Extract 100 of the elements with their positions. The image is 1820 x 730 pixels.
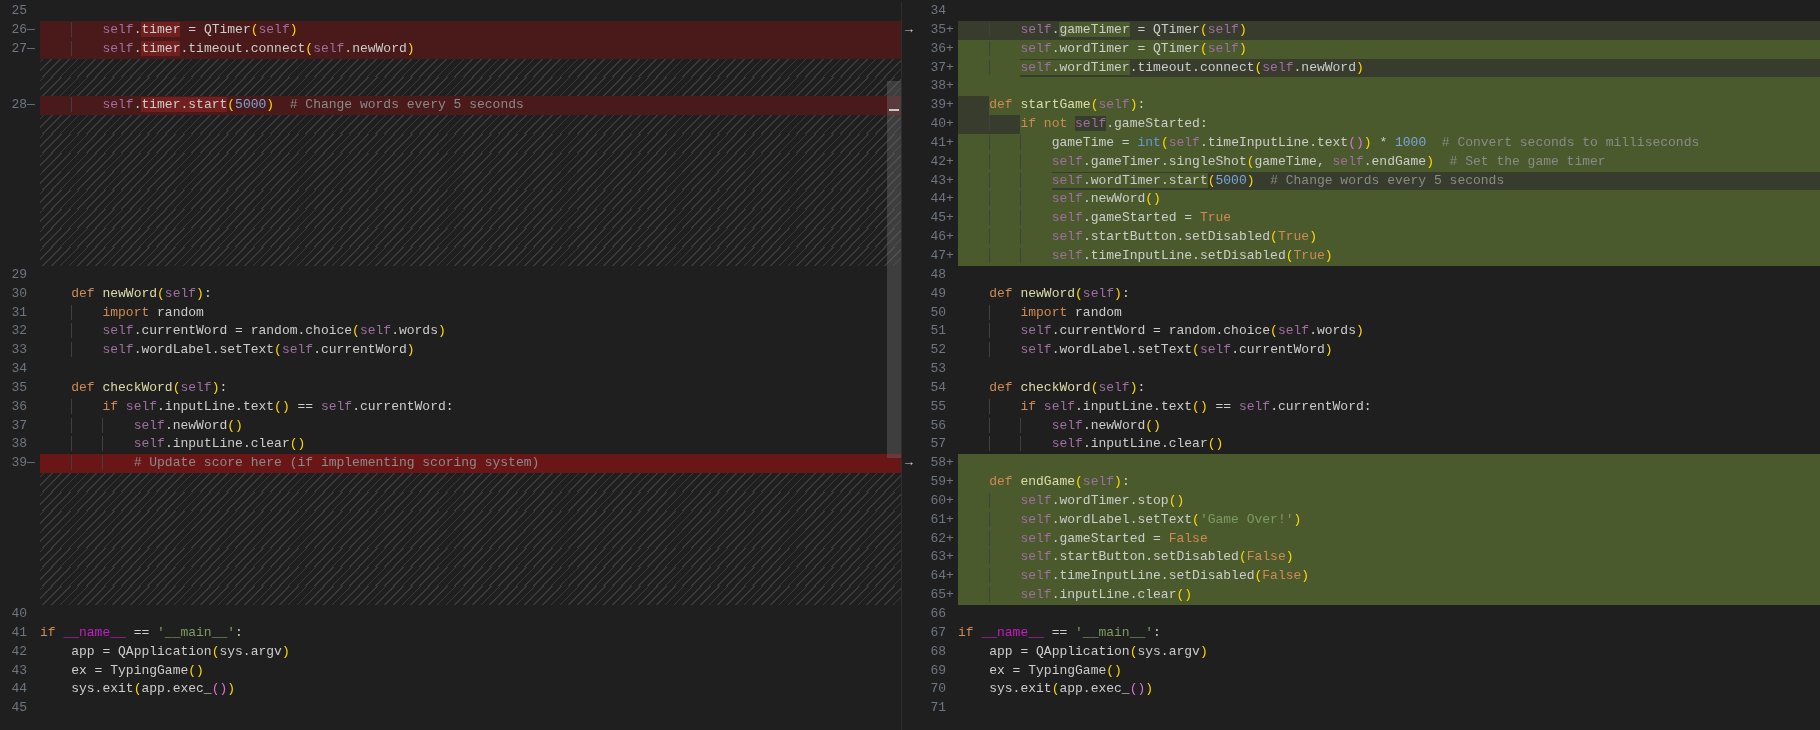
diff-marker: + (946, 78, 954, 94)
code-line: def newWord(self): (71, 284, 212, 303)
line-number: 26 (11, 21, 27, 37)
diff-marker: + (946, 455, 954, 471)
line-number: 36 (11, 398, 27, 414)
line-number: 46 (930, 229, 946, 245)
line-number: 41 (930, 134, 946, 150)
line-number: 43 (11, 662, 27, 678)
diff-marker: + (946, 530, 954, 546)
diff-marker: + (946, 511, 954, 527)
code-line: self.gameTimer.singleShot(gameTime, self.endGame) # Set the game timer (1051, 152, 1606, 171)
line-number: 45 (930, 210, 946, 226)
line-number: 35 (11, 379, 27, 395)
line-number: 45 (11, 700, 27, 716)
code-line: self.wordTimer.start(5000) # Change words every 5 seconds (1051, 171, 1505, 190)
line-number: 34 (11, 361, 27, 377)
code-line: self.newWord() (1051, 416, 1161, 435)
line-number: 64 (930, 568, 946, 584)
diff-marker: — (27, 455, 35, 471)
code-line: self.gameStarted = True (1051, 209, 1232, 228)
code-line: def endGame(self): (989, 473, 1130, 492)
line-number: 55 (930, 398, 946, 414)
line-number: 39 (930, 97, 946, 113)
line-number: 35 (930, 21, 946, 37)
diff-marker: + (946, 474, 954, 490)
diff-marker: — (27, 97, 35, 113)
code-line: self.timeInputLine.setDisabled(True) (1051, 246, 1333, 265)
diff-marker: + (946, 210, 954, 226)
diff-marker: + (946, 40, 954, 56)
line-number: 42 (930, 153, 946, 169)
line-number: 63 (930, 549, 946, 565)
code-line: import random (102, 303, 204, 322)
line-number: 59 (930, 474, 946, 490)
line-number: 56 (930, 417, 946, 433)
line-number: 41 (11, 624, 27, 640)
revert-arrow[interactable]: → (905, 455, 913, 471)
line-number: 32 (11, 323, 27, 339)
line-number: 54 (930, 379, 946, 395)
diff-marker: — (27, 21, 35, 37)
diff-marker: + (946, 492, 954, 508)
code-line: gameTime = int(self.timeInputLine.text()) * 1000 # Convert seconds to milliseconds (1051, 133, 1700, 152)
scrollbar-thumb[interactable] (887, 81, 901, 458)
line-number: 30 (11, 285, 27, 301)
code-line: def startGame(self): (989, 96, 1146, 115)
line-number: 67 (930, 624, 946, 640)
cursor-marker (889, 109, 899, 111)
code-line: def newWord(self): (989, 284, 1130, 303)
line-number: 69 (930, 662, 946, 678)
code-line: self.inputLine.clear() (1020, 586, 1193, 605)
code-line: self.wordLabel.setText(self.currentWord) (102, 341, 415, 360)
line-number: 31 (11, 304, 27, 320)
code-line: self.wordTimer.timeout.connect(self.newWord) (1020, 58, 1364, 77)
line-number: 58 (930, 455, 946, 471)
diff-marker: + (946, 21, 954, 37)
code-line: def checkWord(self): (71, 378, 228, 397)
diff-marker: + (946, 134, 954, 150)
code-line: self.wordTimer.stop() (1020, 491, 1185, 510)
code-line: if not self.gameStarted: (1020, 115, 1208, 134)
diff-marker: + (946, 116, 954, 132)
diff-marker: + (946, 229, 954, 245)
line-number: 44 (11, 681, 27, 697)
line-number: 38 (930, 78, 946, 94)
line-number: 39 (11, 455, 27, 471)
code-line: self.currentWord = random.choice(self.words) (102, 322, 446, 341)
diff-marker: — (27, 40, 35, 56)
code-line: self.timer.start(5000) # Change words every 5 seconds (102, 96, 524, 115)
line-number: 36 (930, 40, 946, 56)
code-line: self.startButton.setDisabled(False) (1020, 548, 1294, 567)
line-number: 44 (930, 191, 946, 207)
code-line: self.wordLabel.setText(self.currentWord) (1020, 341, 1333, 360)
code-line: ex = TypingGame() (71, 661, 204, 680)
code-line: # Update score here (if implementing scoring system) (133, 454, 540, 473)
diff-marker: + (946, 97, 954, 113)
line-number: 40 (11, 606, 27, 621)
line-number: 25 (11, 3, 27, 18)
line-number: 66 (930, 606, 946, 621)
code-line: self.wordLabel.setText('Game Over!') (1020, 510, 1302, 529)
code-line: self.timeInputLine.setDisabled(False) (1020, 567, 1310, 586)
line-number: 60 (930, 492, 946, 508)
line-number: 37 (11, 417, 27, 433)
code-line: if __name__ == '__main__': (958, 623, 1161, 642)
revert-arrow[interactable]: → (905, 21, 913, 37)
line-number: 51 (930, 323, 946, 339)
line-number: 34 (930, 3, 946, 18)
line-number: 28 (11, 97, 27, 113)
code-line: sys.exit(app.exec_()) (989, 680, 1154, 699)
line-number: 29 (11, 266, 27, 282)
code-line: def checkWord(self): (989, 378, 1146, 397)
code-line: self.currentWord = random.choice(self.words) (1020, 322, 1364, 341)
code-line: self.startButton.setDisabled(True) (1051, 228, 1317, 247)
code-line: self.gameStarted = False (1020, 529, 1208, 548)
code-line: if __name__ == '__main__': (40, 623, 243, 642)
line-number: 49 (930, 285, 946, 301)
line-number: 53 (930, 361, 946, 377)
code-line: app = QApplication(sys.argv) (989, 642, 1208, 661)
line-number: 61 (930, 511, 946, 527)
code-line: self.timer.timeout.connect(self.newWord) (102, 39, 415, 58)
code-line: sys.exit(app.exec_()) (71, 680, 236, 699)
diff-marker: + (946, 59, 954, 75)
diff-marker: + (946, 172, 954, 188)
